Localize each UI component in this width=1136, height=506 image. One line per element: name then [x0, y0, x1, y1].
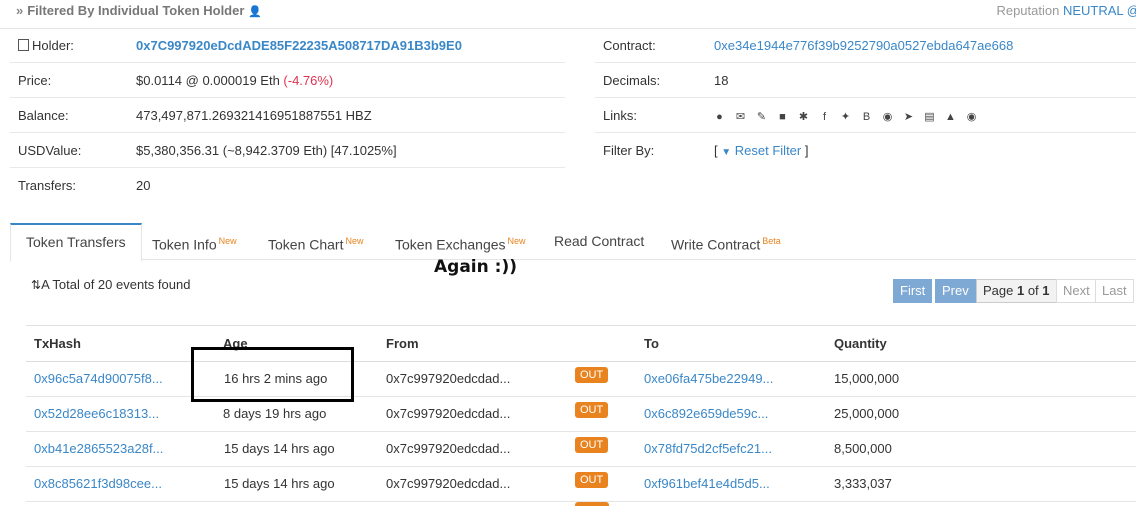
contract-label: Contract:	[595, 28, 714, 63]
quantity-value: 15,000,000	[834, 371, 900, 386]
reputation-value[interactable]: NEUTRAL	[1063, 3, 1123, 18]
decimals-value: 18	[714, 62, 1136, 98]
pagination: First Prev Page 1 of 1 Next Last	[893, 279, 1136, 303]
out-badge: OUT	[575, 367, 609, 383]
facebook-icon[interactable]: f	[819, 111, 830, 123]
reset-filter-link[interactable]: Reset Filter	[735, 143, 801, 158]
tab-token-chart[interactable]: Token Chart New	[268, 223, 364, 259]
quantity-value: 8,500,000	[834, 441, 892, 456]
table-row: 0xb41e2865523a28f... 15 days 14 hrs ago …	[26, 431, 1136, 467]
holder-icon	[18, 38, 29, 51]
from-address: 0x7c997920edcdad...	[386, 371, 511, 386]
balance-row: Balance: 473,497,871.269321416951887551 …	[10, 97, 565, 133]
user-icon: 👤	[248, 6, 262, 18]
holder-label: Holder:	[32, 37, 74, 53]
page-indicator: Page 1 of 1	[976, 279, 1057, 303]
balance-value: 473,497,871.269321416951887551 HBZ	[136, 97, 565, 133]
to-address-link[interactable]: 0xe06fa475be22949...	[644, 371, 773, 386]
out-badge: OUT	[575, 402, 609, 418]
col-from: From	[386, 336, 419, 351]
txhash-link[interactable]: 0xb41e2865523a28f...	[34, 441, 163, 456]
out-badge: OUT	[575, 437, 609, 453]
links-label: Links:	[595, 97, 714, 133]
page-title: Filtered By Individual Token Holder	[27, 3, 245, 18]
coingecko-icon[interactable]: ◉	[966, 111, 977, 123]
from-address: 0x7c997920edcdad...	[386, 476, 511, 491]
holder-row: Holder: 0x7C997920eDcdADE85F22235A508717…	[10, 28, 565, 63]
info-icon[interactable]: @	[1127, 3, 1136, 18]
blog-icon[interactable]: ✎	[756, 111, 767, 123]
twitter-icon[interactable]: ✦	[840, 111, 851, 123]
reputation: Reputation NEUTRAL @	[996, 3, 1136, 18]
holder-info-table: Holder: 0x7C997920eDcdADE85F22235A508717…	[10, 28, 565, 202]
out-badge-partial	[575, 502, 609, 506]
tab-write-contract[interactable]: Write Contract Beta	[671, 223, 781, 259]
from-address: 0x7c997920edcdad...	[386, 441, 511, 456]
quantity-value: 3,333,037	[834, 476, 892, 491]
filter-row: Filter By: [ ▼ Reset Filter ]	[595, 133, 1136, 168]
links-row: Links: ● ✉ ✎ ■ ✱ f ✦ B ◉ ➤ ▤ ▲ ◉	[595, 97, 1136, 133]
tab-bar: Token Transfers Token Info New Token Char…	[10, 223, 1136, 262]
contract-row: Contract: 0xe34e1944e776f39b9252790a0527…	[595, 28, 1136, 63]
usd-label: USDValue:	[10, 132, 136, 168]
filter-icon: ▼	[721, 146, 732, 158]
coinmarketcap-icon[interactable]: ▲	[945, 111, 956, 123]
col-txhash: TxHash	[34, 336, 81, 351]
double-chevron-icon: »	[16, 3, 24, 18]
email-icon[interactable]: ✉	[735, 111, 746, 123]
price-label: Price:	[10, 62, 136, 98]
from-address: 0x7c997920edcdad...	[386, 406, 511, 421]
to-address-link[interactable]: 0x78fd75d2cf5efc21...	[644, 441, 772, 456]
decimals-row: Decimals: 18	[595, 62, 1136, 98]
prev-page-button[interactable]: Prev	[935, 279, 976, 303]
transfers-value: 20	[136, 177, 151, 193]
events-summary: ⇅A Total of 20 events found	[31, 277, 191, 292]
github-icon[interactable]: ◉	[882, 111, 893, 123]
globe-icon[interactable]: ●	[714, 111, 725, 123]
filter-label: Filter By:	[603, 142, 655, 158]
price-row: Price: $0.0114 @ 0.000019 Eth (-4.76%)	[10, 62, 565, 98]
whitepaper-icon[interactable]: ▤	[924, 111, 935, 123]
out-badge: OUT	[575, 472, 609, 488]
slack-icon[interactable]: ✱	[798, 111, 809, 123]
col-to: To	[644, 336, 659, 351]
txhash-link[interactable]: 0x52d28ee6c18313...	[34, 406, 159, 421]
sort-icon: ⇅	[31, 278, 42, 292]
telegram-icon[interactable]: ➤	[903, 111, 914, 123]
quantity-value: 25,000,000	[834, 406, 900, 421]
age-value: 15 days 14 hrs ago	[224, 476, 335, 491]
contract-address-link[interactable]: 0xe34e1944e776f39b9252790a0527ebda647ae6…	[714, 38, 1013, 53]
age-value: 15 days 14 hrs ago	[224, 441, 335, 456]
last-page-button[interactable]: Last	[1095, 279, 1134, 303]
annotation-text: Again :))	[434, 257, 517, 277]
usd-value: $5,380,356.31 (~8,942.3709 Eth) [47.1025…	[136, 132, 565, 168]
tab-token-exchanges[interactable]: Token Exchanges New	[395, 223, 526, 259]
reddit-icon[interactable]: ■	[777, 111, 788, 123]
to-address-link[interactable]: 0x6c892e659de59c...	[644, 406, 768, 421]
age-value: 8 days 19 hrs ago	[223, 406, 327, 421]
to-address-link[interactable]: 0xf961bef41e4d5d5...	[644, 476, 770, 491]
transfers-row: Transfers: 20	[10, 168, 565, 203]
social-links: ● ✉ ✎ ■ ✱ f ✦ B ◉ ➤ ▤ ▲ ◉	[714, 97, 1136, 133]
bitcointalk-icon[interactable]: B	[861, 111, 872, 123]
holder-address-link[interactable]: 0x7C997920eDcdADE85F22235A508717DA91B3b9…	[136, 38, 462, 53]
first-page-button[interactable]: First	[893, 279, 933, 303]
price-change: (-4.76%)	[283, 72, 334, 88]
contract-info-table: Contract: 0xe34e1944e776f39b9252790a0527…	[595, 28, 1136, 167]
table-row: 0x8c85621f3d98cee... 15 days 14 hrs ago …	[26, 466, 1136, 502]
balance-label: Balance:	[10, 97, 136, 133]
tab-token-transfers[interactable]: Token Transfers	[10, 223, 142, 262]
col-quantity: Quantity	[834, 336, 887, 351]
page-header: » Filtered By Individual Token Holder 👤	[16, 3, 262, 18]
txhash-link[interactable]: 0x8c85621f3d98cee...	[34, 476, 162, 491]
decimals-label: Decimals:	[595, 62, 714, 98]
tab-read-contract[interactable]: Read Contract	[554, 223, 644, 259]
usd-row: USDValue: $5,380,356.31 (~8,942.3709 Eth…	[10, 132, 565, 168]
tab-token-info[interactable]: Token Info New	[152, 223, 237, 259]
txhash-link[interactable]: 0x96c5a74d90075f8...	[34, 371, 163, 386]
highlight-box	[191, 347, 354, 402]
price-value: $0.0114 @ 0.000019 Eth	[136, 72, 284, 88]
transfers-label: Transfers:	[18, 177, 77, 193]
next-page-button[interactable]: Next	[1056, 279, 1097, 303]
